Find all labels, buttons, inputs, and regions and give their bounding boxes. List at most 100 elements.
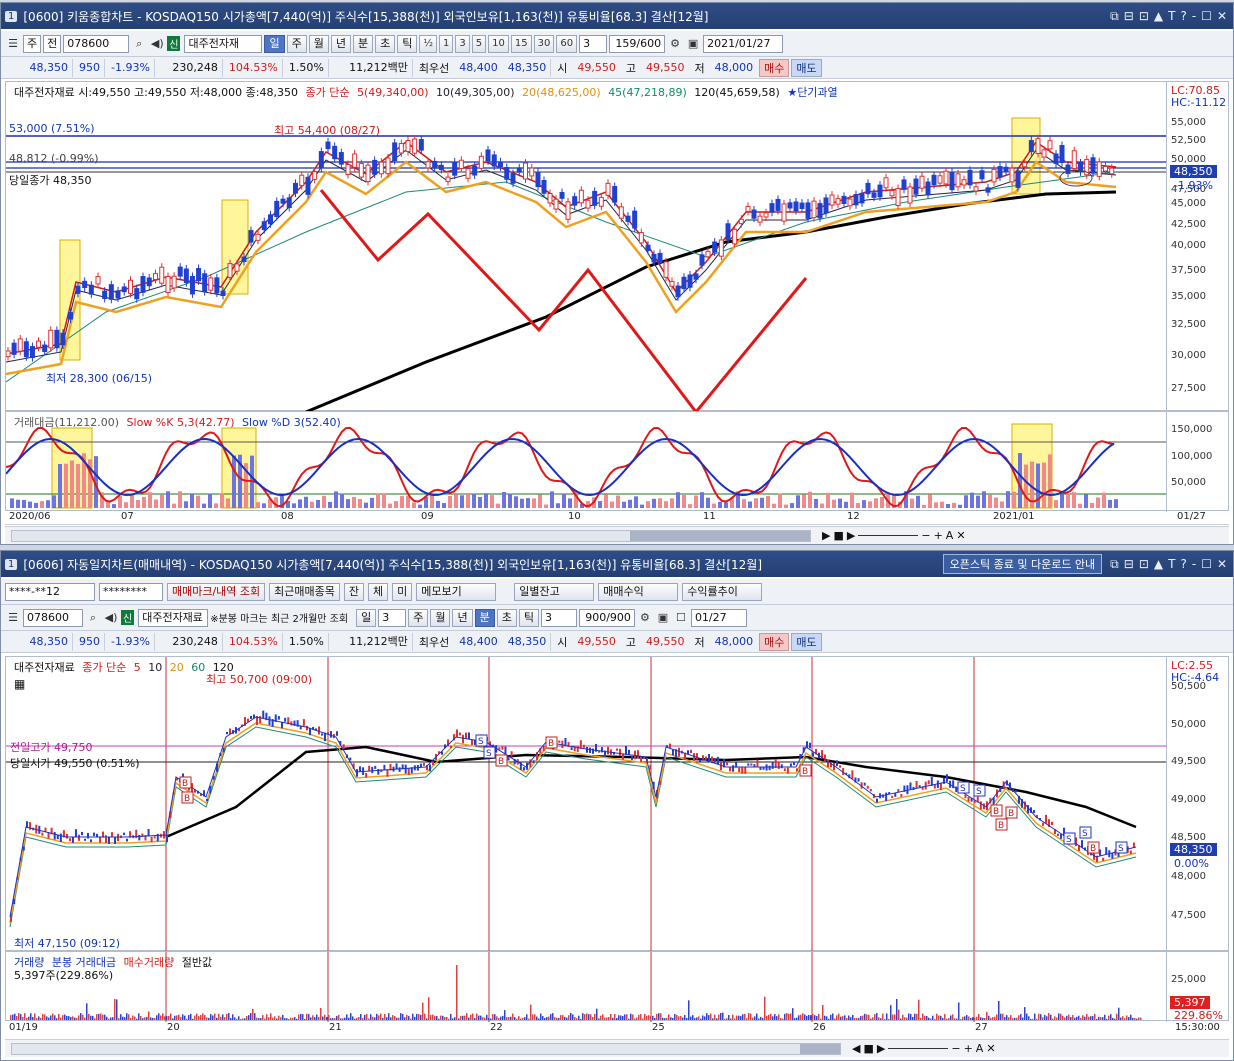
font-size-icon[interactable]: A	[946, 529, 954, 542]
date-input[interactable]: 01/27	[690, 608, 747, 627]
count-input[interactable]: 159/600	[609, 34, 666, 53]
menu-icon[interactable]: ☰	[5, 610, 21, 626]
stop-icon[interactable]: ■	[863, 1042, 873, 1055]
fill-button[interactable]: 체	[368, 582, 389, 601]
speaker-icon[interactable]: ◀)	[149, 36, 165, 52]
restore-tile-icon[interactable]: ⊡	[1139, 9, 1149, 24]
maximize-icon[interactable]: ☐	[1201, 9, 1212, 24]
interval-15-button[interactable]: 15	[510, 34, 532, 53]
buy-button[interactable]: 매수	[759, 58, 790, 77]
window-titlebar[interactable]: 1 [0600] 키움종합차트 - KOSDAQ150 시가총액[7,440(억…	[1, 3, 1233, 29]
up-icon[interactable]: ▲	[1154, 557, 1163, 572]
chart-scroll-bar[interactable]: ◀ ■ ▶ − + A ✕	[5, 1039, 1229, 1057]
minimize-tile-icon[interactable]: ⊟	[1124, 9, 1134, 24]
period-year-button[interactable]: 년	[330, 34, 351, 53]
stop-icon[interactable]: ■	[833, 529, 843, 542]
chart-settings-icon[interactable]: ⚙	[667, 36, 683, 52]
chart-scroll-bar[interactable]: ▶ ■ ▶ − + A ✕	[5, 526, 1229, 544]
zoom-in-icon[interactable]: +	[934, 529, 943, 542]
password-input[interactable]: ********	[99, 582, 163, 601]
period-week-button[interactable]: 주	[286, 34, 307, 53]
period-month-button[interactable]: 월	[308, 34, 329, 53]
link-icon[interactable]: ⧉	[1110, 9, 1119, 24]
zoom-out-icon[interactable]: −	[921, 529, 930, 542]
notice-button[interactable]: 오픈스틱 종료 및 다운로드 안내	[942, 554, 1103, 574]
save-icon[interactable]: ▣	[685, 36, 701, 52]
period-year-button[interactable]: 년	[452, 608, 473, 627]
interval-60-button[interactable]: 60	[556, 34, 578, 53]
sell-button[interactable]: 매도	[791, 632, 822, 651]
minimize-icon[interactable]: -	[1192, 557, 1196, 572]
zoom-out-icon[interactable]: −	[951, 1042, 960, 1055]
search-icon[interactable]: ⌕	[131, 36, 147, 52]
period-month-button[interactable]: 월	[430, 608, 451, 627]
interval-10-button[interactable]: 10	[488, 34, 509, 53]
speaker-icon[interactable]: ◀)	[103, 610, 119, 626]
font-size-icon[interactable]: A	[976, 1042, 984, 1055]
memo-button[interactable]: 메모보기	[416, 582, 497, 601]
link-icon[interactable]: ⧉	[1110, 557, 1119, 572]
interval-30-button[interactable]: 30	[533, 34, 555, 53]
interval-1-button[interactable]: 1	[439, 34, 454, 53]
period-day-button[interactable]: 일	[264, 34, 285, 53]
period-minute-button[interactable]: 분	[474, 608, 495, 627]
daily-balance-button[interactable]: 일별잔고	[514, 582, 595, 601]
half-button[interactable]: ½	[419, 34, 438, 53]
interval-5-button[interactable]: 5	[471, 34, 487, 53]
return-trend-button[interactable]: 수익률추이	[682, 582, 763, 601]
date-checkbox[interactable]: ☐	[673, 610, 689, 626]
period-second-button[interactable]: 초	[375, 34, 396, 53]
period-tick-button[interactable]: 틱	[397, 34, 418, 53]
count-input[interactable]: 900/900	[578, 608, 635, 627]
mode-select[interactable]: 주	[23, 34, 42, 53]
save-icon[interactable]: ▣	[655, 610, 671, 626]
stock-code-input[interactable]: 078600	[23, 608, 83, 627]
scroll-left-icon[interactable]: ◀	[852, 1042, 860, 1055]
menu-icon[interactable]: ☰	[5, 36, 21, 52]
minimize-icon[interactable]: -	[1192, 9, 1196, 24]
price-chart-area[interactable]: 대주전자재료 시:49,550 고:49,550 저:48,000 종:48,3…	[5, 81, 1229, 412]
window-titlebar[interactable]: 1 [0606] 자동일지차트(매매내역) - KOSDAQ150 시가총액[7…	[1, 551, 1233, 577]
scroll-right-icon[interactable]: ▶	[822, 529, 830, 542]
close-icon[interactable]: ✕	[1217, 557, 1227, 572]
period-week-button[interactable]: 주	[408, 608, 429, 627]
close-chart-icon[interactable]: ✕	[956, 529, 965, 542]
help-icon[interactable]: ?	[1180, 9, 1186, 24]
play-icon[interactable]: ▶	[877, 1042, 885, 1055]
sell-button[interactable]: 매도	[791, 58, 822, 77]
indicator-chart-area[interactable]: 거래대금(11,212.00) Slow %K 5,3(42.77) Slow …	[5, 411, 1229, 512]
close-chart-icon[interactable]: ✕	[986, 1042, 995, 1055]
up-icon[interactable]: ▲	[1154, 9, 1163, 24]
balance-button[interactable]: 잔	[343, 582, 365, 601]
unfilled-button[interactable]: 미	[392, 582, 413, 601]
close-icon[interactable]: ✕	[1217, 9, 1227, 24]
minute-select[interactable]: 3	[540, 608, 577, 627]
search-icon[interactable]: ⌕	[85, 610, 101, 626]
buy-button[interactable]: 매수	[759, 632, 790, 651]
minimize-tile-icon[interactable]: ⊟	[1124, 557, 1134, 572]
maximize-icon[interactable]: ☐	[1201, 557, 1212, 572]
trade-profit-button[interactable]: 매매수익	[598, 582, 679, 601]
restore-tile-icon[interactable]: ⊡	[1139, 557, 1149, 572]
trade-mark-query-button[interactable]: 매매마크/내역 조회	[167, 582, 266, 601]
horizontal-scrollbar[interactable]	[11, 1042, 841, 1055]
zoom-slider[interactable]	[888, 1048, 949, 1049]
stock-code-input[interactable]: 078600	[63, 34, 130, 53]
volume-chart-area[interactable]: 거래량 분봉 거래대금 매수거래량 절반값 5,397주(229.86%) 25…	[5, 951, 1229, 1022]
recent-trades-button[interactable]: 최근매매종목	[269, 582, 340, 601]
period-second-button[interactable]: 초	[496, 608, 517, 627]
date-input[interactable]: 2021/01/27	[703, 34, 784, 53]
interval-3-button[interactable]: 3	[455, 34, 470, 53]
period-tick-button[interactable]: 틱	[518, 608, 539, 627]
font-icon[interactable]: T	[1168, 557, 1175, 572]
account-select[interactable]: ****-**12	[5, 582, 95, 601]
minute-chart-area[interactable]: BBSSBBBSSBBBSSBS 대주전자재료 종가 단순 5 10 20 60…	[5, 656, 1229, 952]
horizontal-scrollbar[interactable]	[11, 529, 811, 542]
help-icon[interactable]: ?	[1180, 557, 1186, 572]
zoom-slider[interactable]	[858, 535, 919, 536]
play-icon[interactable]: ▶	[847, 529, 855, 542]
grid-toggle-icon[interactable]: ▦	[14, 677, 25, 691]
chart-settings-icon[interactable]: ⚙	[637, 610, 653, 626]
day-select[interactable]: 3	[378, 608, 407, 627]
interval-select[interactable]: 3	[579, 34, 608, 53]
